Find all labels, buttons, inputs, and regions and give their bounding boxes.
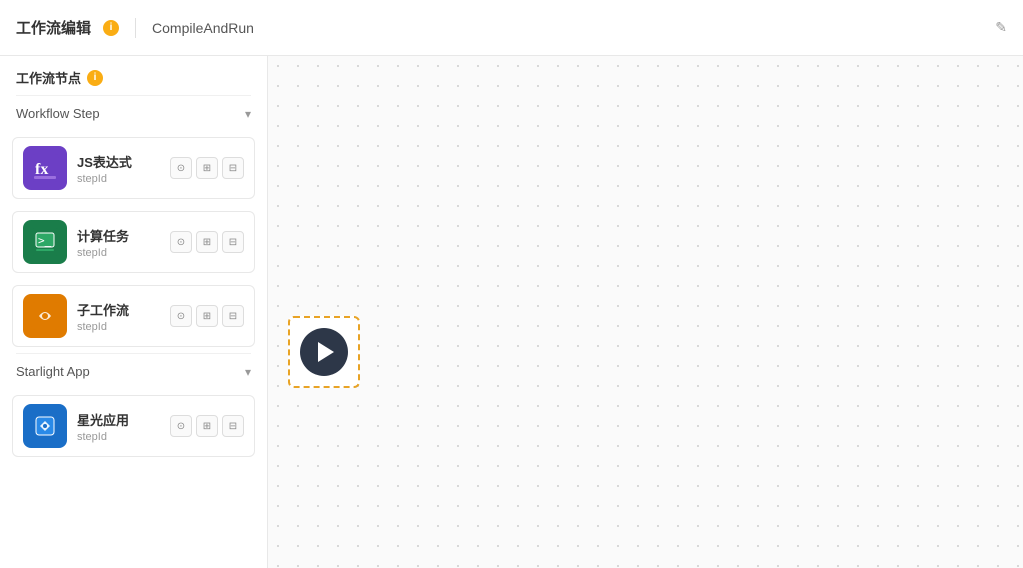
node-name-starlight: 星光应用: [77, 410, 160, 429]
node-icon-sub: [23, 294, 67, 338]
node-action-add-js[interactable]: ⊞: [196, 157, 218, 179]
node-action-info-js[interactable]: ⊟: [222, 157, 244, 179]
chevron-down-icon-2: ▾: [245, 365, 251, 379]
node-actions-calc: ⊙ ⊞ ⊟: [170, 231, 244, 253]
node-action-info-sub[interactable]: ⊟: [222, 305, 244, 327]
node-info-calc: 计算任务 stepId: [77, 226, 160, 259]
node-info-sub: 子工作流 stepId: [77, 300, 160, 333]
canvas[interactable]: [268, 56, 1023, 568]
node-action-view-starlight[interactable]: ⊙: [170, 415, 192, 437]
chevron-down-icon: ▾: [245, 107, 251, 121]
node-action-view-sub[interactable]: ⊙: [170, 305, 192, 327]
node-action-view-calc[interactable]: ⊙: [170, 231, 192, 253]
sidebar: 工作流节点 i Workflow Step ▾ fx JS表达式 stepId: [0, 56, 268, 568]
category-workflow-step[interactable]: Workflow Step ▾: [0, 96, 267, 131]
node-actions-starlight: ⊙ ⊞ ⊟: [170, 415, 244, 437]
sidebar-section-title: 工作流节点: [16, 68, 81, 87]
node-stepid-calc: stepId: [77, 247, 160, 259]
node-stepid-js: stepId: [77, 173, 160, 185]
node-actions-sub: ⊙ ⊞ ⊟: [170, 305, 244, 327]
edit-icon[interactable]: ✎: [995, 19, 1007, 36]
node-action-add-calc[interactable]: ⊞: [196, 231, 218, 253]
svg-text:fx: fx: [35, 161, 48, 178]
node-info-starlight: 星光应用 stepId: [77, 410, 160, 443]
node-icon-js: fx: [23, 146, 67, 190]
node-action-add-sub[interactable]: ⊞: [196, 305, 218, 327]
node-actions-js: ⊙ ⊞ ⊟: [170, 157, 244, 179]
header-divider: [135, 18, 136, 38]
sidebar-info-icon[interactable]: i: [87, 70, 103, 86]
header: 工作流编辑 i ✎: [0, 0, 1023, 56]
canvas-play-node[interactable]: [288, 316, 360, 388]
header-info-icon[interactable]: i: [103, 20, 119, 36]
node-name-sub: 子工作流: [77, 300, 160, 319]
node-action-view-js[interactable]: ⊙: [170, 157, 192, 179]
workflow-name-input[interactable]: [152, 20, 983, 36]
node-icon-starlight: [23, 404, 67, 448]
header-title: 工作流编辑: [16, 17, 91, 38]
node-info-js: JS表达式 stepId: [77, 152, 160, 185]
node-stepid-starlight: stepId: [77, 431, 160, 443]
node-name-calc: 计算任务: [77, 226, 160, 245]
play-button[interactable]: [300, 328, 348, 376]
node-stepid-sub: stepId: [77, 321, 160, 333]
category-starlight-label: Starlight App: [16, 364, 90, 379]
category-workflow-step-label: Workflow Step: [16, 106, 100, 121]
node-card-starlight[interactable]: 星光应用 stepId ⊙ ⊞ ⊟: [12, 395, 255, 457]
node-card-sub-workflow[interactable]: 子工作流 stepId ⊙ ⊞ ⊟: [12, 285, 255, 347]
node-action-info-calc[interactable]: ⊟: [222, 231, 244, 253]
node-icon-calc: >_: [23, 220, 67, 264]
node-action-info-starlight[interactable]: ⊟: [222, 415, 244, 437]
category-starlight-app[interactable]: Starlight App ▾: [0, 354, 267, 389]
play-triangle-icon: [318, 342, 334, 362]
svg-text:>_: >_: [38, 234, 52, 247]
node-card-calc[interactable]: >_ 计算任务 stepId ⊙ ⊞ ⊟: [12, 211, 255, 273]
node-action-add-starlight[interactable]: ⊞: [196, 415, 218, 437]
node-card-js-expr[interactable]: fx JS表达式 stepId ⊙ ⊞ ⊟: [12, 137, 255, 199]
node-name-js: JS表达式: [77, 152, 160, 171]
